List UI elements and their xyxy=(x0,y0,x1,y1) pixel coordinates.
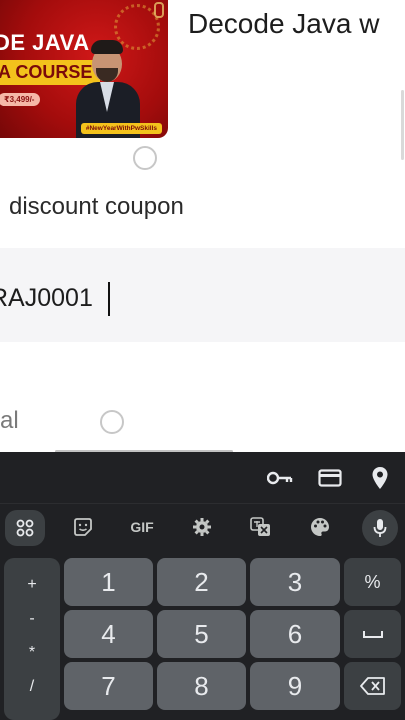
translate-icon[interactable] xyxy=(241,510,281,544)
settings-gear-icon[interactable] xyxy=(182,510,222,544)
numeric-keyboard: GIF + - * / 1 2 3 % 4 5 6 7 8 9 xyxy=(0,452,405,720)
minus-key[interactable]: - xyxy=(4,610,60,628)
credit-card-icon[interactable] xyxy=(316,466,344,490)
course-radio[interactable] xyxy=(133,146,157,170)
checkout-screen: DE JAVA A COURSE ₹3,499/- #NewYearWithPw… xyxy=(0,0,405,452)
course-title: Decode Java w xyxy=(188,8,380,39)
course-thumbnail[interactable]: DE JAVA A COURSE ₹3,499/- #NewYearWithPw… xyxy=(0,0,168,138)
coupon-label: discount coupon xyxy=(9,193,184,220)
lantern-decoration xyxy=(154,2,164,18)
thumbnail-hashtag: #NewYearWithPwSkills xyxy=(80,123,162,134)
key-6[interactable]: 6 xyxy=(250,610,340,658)
key-1[interactable]: 1 xyxy=(64,558,153,606)
key-2[interactable]: 2 xyxy=(157,558,246,606)
symbol-column: + - * / xyxy=(4,558,60,720)
backspace-icon xyxy=(359,677,385,695)
key-icon[interactable] xyxy=(266,466,294,490)
apps-grid-button[interactable] xyxy=(5,510,45,546)
location-pin-icon[interactable] xyxy=(366,465,394,491)
microphone-icon[interactable] xyxy=(362,510,398,546)
key-8[interactable]: 8 xyxy=(157,662,246,710)
keyboard-suggestion-bar xyxy=(0,452,405,504)
coupon-input[interactable] xyxy=(0,278,300,318)
key-4[interactable]: 4 xyxy=(64,610,153,658)
total-radio[interactable] xyxy=(100,410,124,434)
total-label: al xyxy=(0,407,19,434)
sticker-icon[interactable] xyxy=(63,510,103,544)
thumbnail-price: ₹3,499/- xyxy=(0,93,41,106)
space-key[interactable] xyxy=(344,610,401,658)
theme-palette-icon[interactable] xyxy=(300,510,340,544)
scroll-indicator xyxy=(401,90,404,160)
backspace-key[interactable] xyxy=(344,662,401,710)
slash-key[interactable]: / xyxy=(4,678,60,696)
key-7[interactable]: 7 xyxy=(64,662,153,710)
gif-button[interactable]: GIF xyxy=(122,510,162,544)
key-3[interactable]: 3 xyxy=(250,558,340,606)
asterisk-key[interactable]: * xyxy=(4,644,60,662)
percent-key[interactable]: % xyxy=(344,558,401,606)
space-icon xyxy=(362,631,383,638)
text-caret xyxy=(108,282,110,316)
key-9[interactable]: 9 xyxy=(250,662,340,710)
grid-icon xyxy=(16,519,34,537)
plus-key[interactable]: + xyxy=(4,576,60,594)
key-5[interactable]: 5 xyxy=(157,610,246,658)
